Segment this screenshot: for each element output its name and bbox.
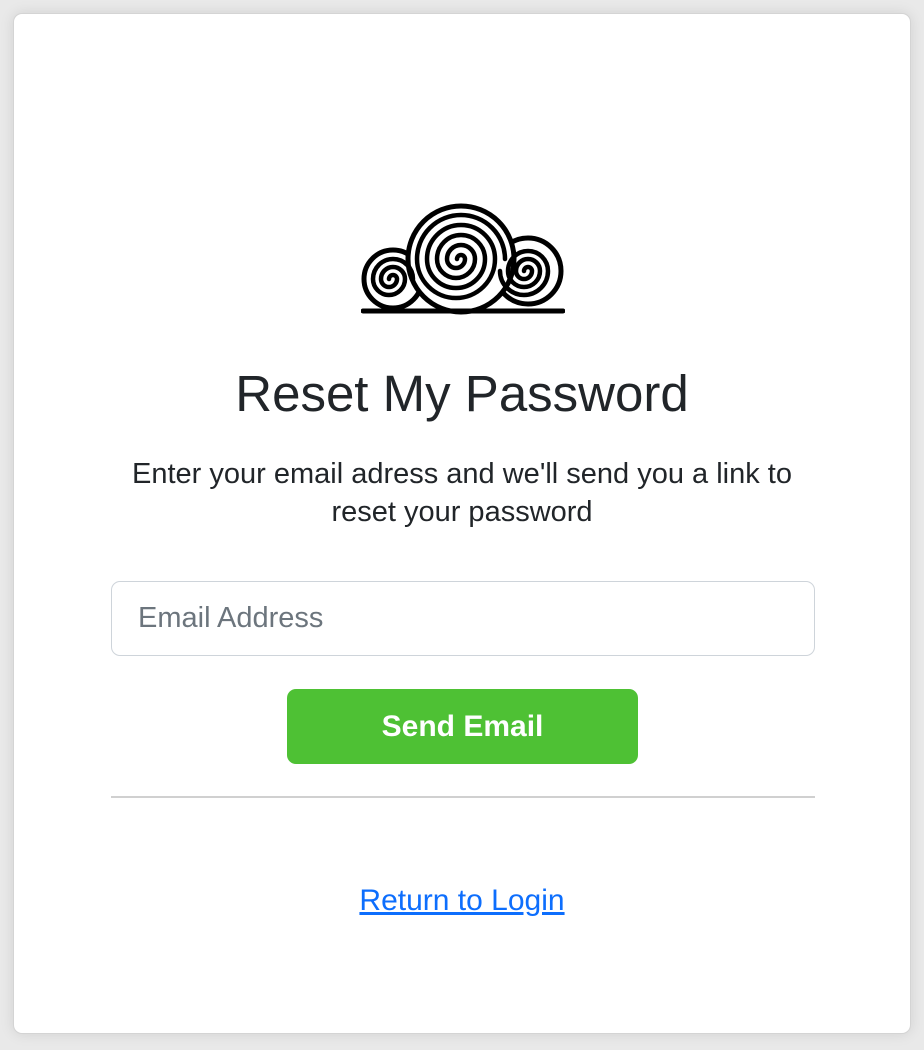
- divider: [111, 796, 815, 798]
- hay-bales-logo-icon: [361, 203, 565, 315]
- instructions-text: Enter your email adress and we'll send y…: [132, 458, 792, 528]
- return-to-login-link[interactable]: Return to Login: [14, 881, 910, 921]
- send-email-button[interactable]: Send Email: [287, 689, 638, 764]
- email-field[interactable]: [111, 581, 815, 656]
- page-title: Reset My Password: [235, 365, 689, 422]
- reset-password-card: Reset My Password Enter your email adres…: [13, 13, 911, 1034]
- return-to-login-label[interactable]: Return to Login: [359, 884, 564, 917]
